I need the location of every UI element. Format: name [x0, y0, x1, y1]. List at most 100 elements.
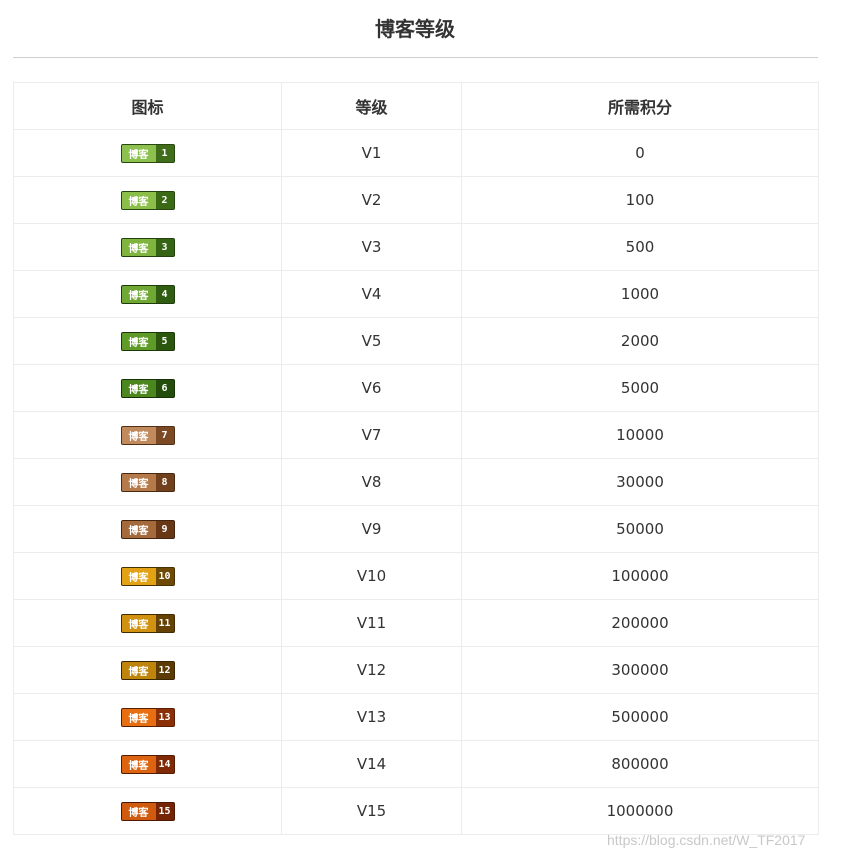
header-icon: 图标	[13, 82, 282, 130]
badge-number: 10	[158, 570, 171, 582]
watermark: https://blog.csdn.net/W_TF2017	[607, 832, 806, 848]
table-body: 博客 1 V1 0 博客 2 V2 100 博客 3 V3 500 博客 4 V4 1000 博客 5 V5 2000…	[13, 129, 819, 835]
level-badge-icon: 博客 9	[120, 519, 175, 539]
cell-level: V9	[281, 505, 462, 553]
table-row: 博客 14 V14 800000	[13, 740, 819, 788]
level-badge-icon: 博客 7	[120, 425, 175, 445]
cell-points: 5000	[461, 364, 819, 412]
cell-points: 100	[461, 176, 819, 224]
table-row: 博客 4 V4 1000	[13, 270, 819, 318]
header-level: 等级	[281, 82, 462, 130]
cell-points: 10000	[461, 411, 819, 459]
cell-level: V2	[281, 176, 462, 224]
badge-text: 博客	[121, 520, 156, 538]
level-badge-icon: 博客 8	[120, 472, 175, 492]
level-badge-icon: 博客 14	[120, 754, 175, 774]
table-row: 博客 15 V15 1000000	[13, 787, 819, 835]
level-badge-icon: 博客 12	[120, 660, 175, 680]
badge-number: 6	[161, 382, 168, 394]
cell-icon: 博客 4	[13, 270, 282, 318]
badge-text: 博客	[121, 708, 156, 726]
badge-text: 博客	[121, 379, 156, 397]
cell-level: V3	[281, 223, 462, 271]
table-row: 博客 3 V3 500	[13, 223, 819, 271]
cell-level: V14	[281, 740, 462, 788]
cell-points: 30000	[461, 458, 819, 506]
badge-number: 9	[161, 523, 168, 535]
cell-level: V13	[281, 693, 462, 741]
cell-points: 0	[461, 129, 819, 177]
cell-level: V7	[281, 411, 462, 459]
badge-number: 3	[161, 241, 168, 253]
badge-number: 5	[161, 335, 168, 347]
level-badge-icon: 博客 2	[120, 190, 175, 210]
badge-text: 博客	[121, 332, 156, 350]
level-badge-icon: 博客 1	[120, 143, 175, 163]
cell-points: 500000	[461, 693, 819, 741]
cell-icon: 博客 8	[13, 458, 282, 506]
badge-text: 博客	[121, 614, 156, 632]
badge-number: 15	[158, 805, 171, 817]
table-row: 博客 8 V8 30000	[13, 458, 819, 506]
cell-points: 100000	[461, 552, 819, 600]
table-row: 博客 9 V9 50000	[13, 505, 819, 553]
table-row: 博客 5 V5 2000	[13, 317, 819, 365]
level-badge-icon: 博客 11	[120, 613, 175, 633]
table-row: 博客 12 V12 300000	[13, 646, 819, 694]
table-row: 博客 6 V6 5000	[13, 364, 819, 412]
blog-level-table: 图标 等级 所需积分 博客 1 V1 0 博客 2 V2 100 博客 3 V3 500 博客 4 V4 10…	[13, 82, 819, 835]
level-badge-icon: 博客 10	[120, 566, 175, 586]
badge-number: 7	[161, 429, 168, 441]
badge-text: 博客	[121, 144, 156, 162]
table-row: 博客 10 V10 100000	[13, 552, 819, 600]
level-badge-icon: 博客 3	[120, 237, 175, 257]
badge-text: 博客	[121, 802, 156, 820]
badge-number: 2	[161, 194, 168, 206]
cell-points: 500	[461, 223, 819, 271]
cell-level: V11	[281, 599, 462, 647]
badge-number: 13	[158, 711, 171, 723]
cell-level: V12	[281, 646, 462, 694]
badge-text: 博客	[121, 191, 156, 209]
badge-text: 博客	[121, 473, 156, 491]
cell-icon: 博客 6	[13, 364, 282, 412]
level-badge-icon: 博客 6	[120, 378, 175, 398]
cell-icon: 博客 15	[13, 787, 282, 835]
badge-number: 8	[161, 476, 168, 488]
cell-icon: 博客 5	[13, 317, 282, 365]
cell-icon: 博客 3	[13, 223, 282, 271]
badge-number: 1	[161, 147, 168, 159]
header-points: 所需积分	[461, 82, 819, 130]
cell-points: 800000	[461, 740, 819, 788]
badge-text: 博客	[121, 567, 156, 585]
table-row: 博客 13 V13 500000	[13, 693, 819, 741]
cell-points: 1000000	[461, 787, 819, 835]
cell-icon: 博客 9	[13, 505, 282, 553]
level-badge-icon: 博客 5	[120, 331, 175, 351]
badge-number: 14	[158, 758, 171, 770]
cell-icon: 博客 2	[13, 176, 282, 224]
table-row: 博客 2 V2 100	[13, 176, 819, 224]
cell-level: V6	[281, 364, 462, 412]
cell-level: V4	[281, 270, 462, 318]
table-row: 博客 11 V11 200000	[13, 599, 819, 647]
cell-points: 2000	[461, 317, 819, 365]
title-divider	[13, 57, 818, 58]
cell-level: V8	[281, 458, 462, 506]
cell-icon: 博客 1	[13, 129, 282, 177]
page-title: 博客等级	[375, 17, 455, 41]
cell-icon: 博客 14	[13, 740, 282, 788]
table-header-row: 图标 等级 所需积分	[13, 82, 819, 130]
cell-icon: 博客 7	[13, 411, 282, 459]
cell-level: V1	[281, 129, 462, 177]
badge-number: 4	[161, 288, 168, 300]
badge-text: 博客	[121, 755, 156, 773]
level-badge-icon: 博客 15	[120, 801, 175, 821]
cell-icon: 博客 11	[13, 599, 282, 647]
cell-icon: 博客 12	[13, 646, 282, 694]
cell-level: V5	[281, 317, 462, 365]
cell-points: 300000	[461, 646, 819, 694]
badge-number: 12	[158, 664, 171, 676]
badge-number: 11	[158, 617, 171, 629]
level-badge-icon: 博客 13	[120, 707, 175, 727]
